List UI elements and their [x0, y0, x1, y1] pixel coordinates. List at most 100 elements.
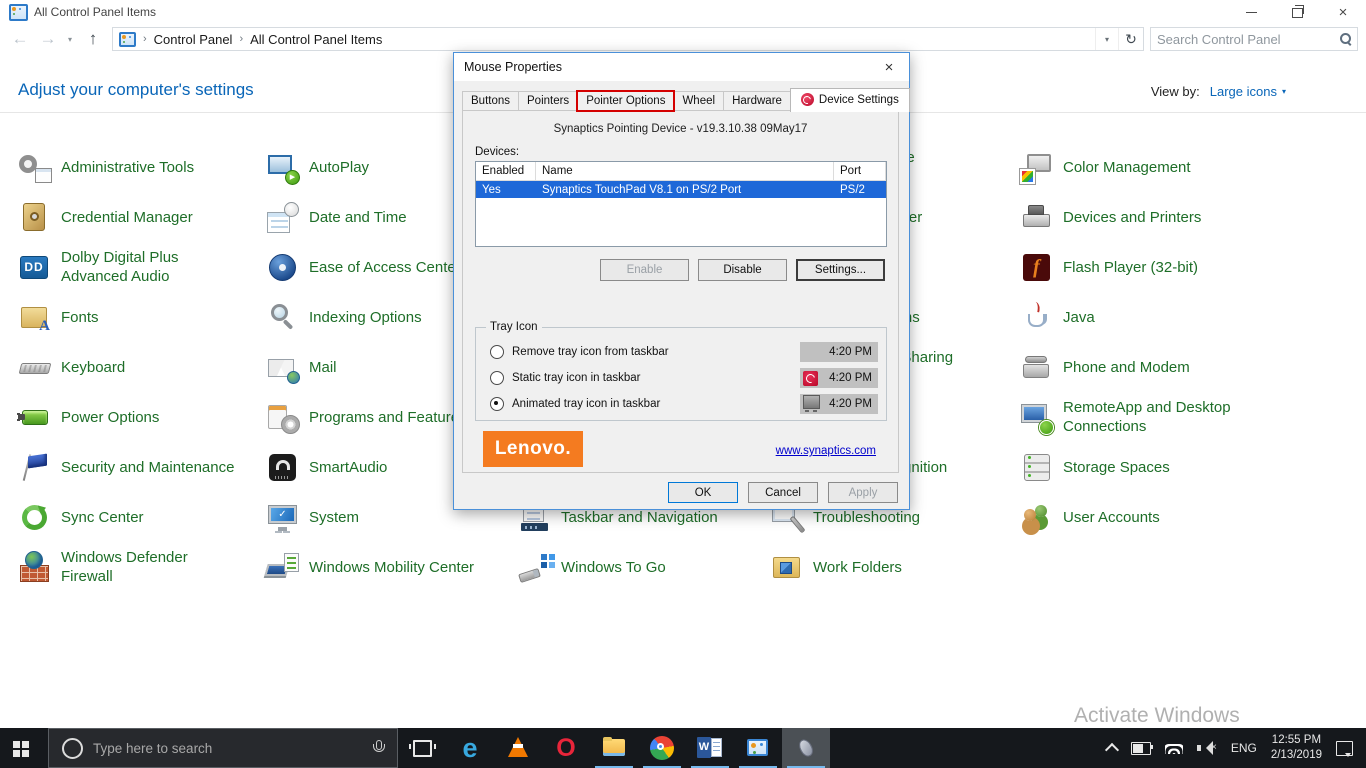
- control-panel-item-label: Ease of Access Center: [309, 259, 461, 278]
- apply-button[interactable]: Apply: [828, 482, 898, 503]
- device-row-selected[interactable]: Yes Synaptics TouchPad V8.1 on PS/2 Port…: [476, 181, 886, 198]
- tab-pointers[interactable]: Pointers: [518, 91, 578, 111]
- control-panel-item-color-management[interactable]: Color Management: [1020, 143, 1282, 193]
- control-panel-item-work-folders[interactable]: Work Folders: [770, 543, 1020, 593]
- minimize-button[interactable]: [1228, 0, 1274, 24]
- volume-status[interactable]: ×: [1190, 728, 1224, 768]
- clock[interactable]: 12:55 PM 2/13/2019: [1264, 728, 1329, 768]
- language-label: ENG: [1231, 741, 1257, 755]
- tray-option-remove-tray-icon-from-taskbar[interactable]: Remove tray icon from taskbar4:20 PM: [490, 342, 878, 362]
- edge-icon: [457, 735, 483, 761]
- control-panel-item-windows-mobility-center[interactable]: Windows Mobility Center: [266, 543, 518, 593]
- control-panel-search[interactable]: [1150, 27, 1358, 51]
- tray-option-static-tray-icon-in-taskbar[interactable]: Static tray icon in taskbar4:20 PM: [490, 368, 878, 388]
- radio-unchecked[interactable]: [490, 371, 504, 385]
- breadcrumb-control-panel[interactable]: Control Panel: [154, 32, 233, 47]
- control-panel-item-user-accounts[interactable]: User Accounts: [1020, 493, 1282, 543]
- forward-button[interactable]: →: [34, 24, 62, 54]
- taskbar: × ENG 12:55 PM 2/13/2019: [0, 728, 1366, 768]
- taskbar-app-word[interactable]: [686, 728, 734, 768]
- driver-version-text: Synaptics Pointing Device - v19.3.10.38 …: [463, 123, 898, 135]
- taskbar-search[interactable]: [48, 728, 398, 768]
- address-dropdown-chevron[interactable]: ▾: [1095, 28, 1118, 50]
- taskbar-app-chrome[interactable]: [638, 728, 686, 768]
- task-view-button[interactable]: [398, 728, 446, 768]
- view-by-caret-icon[interactable]: ▾: [1282, 87, 1286, 96]
- settings-button[interactable]: Settings...: [796, 259, 885, 281]
- synaptics-icon: [801, 93, 814, 106]
- restore-button[interactable]: [1274, 0, 1320, 24]
- radio-checked[interactable]: [490, 397, 504, 411]
- control-panel-item-dolby-digital-plus-advanced-audio[interactable]: Dolby Digital Plus Advanced Audio: [18, 243, 266, 293]
- windows-to-go-icon: [518, 551, 552, 585]
- radio-unchecked[interactable]: [490, 345, 504, 359]
- taskbar-search-input[interactable]: [83, 741, 371, 756]
- view-by-value[interactable]: Large icons: [1210, 84, 1277, 99]
- credential-manager-icon: [18, 201, 52, 235]
- battery-status[interactable]: [1124, 728, 1158, 768]
- dialog-close-button[interactable]: ×: [869, 53, 909, 81]
- column-enabled[interactable]: Enabled: [476, 162, 536, 180]
- disable-button[interactable]: Disable: [698, 259, 787, 281]
- control-panel-item-label: Date and Time: [309, 209, 407, 228]
- action-center-button[interactable]: [1329, 728, 1360, 768]
- refresh-icon[interactable]: ↻: [1118, 28, 1143, 50]
- control-panel-item-devices-and-printers[interactable]: Devices and Printers: [1020, 193, 1282, 243]
- control-panel-window: All Control Panel Items × ← → ▾ ↑ › Cont…: [0, 0, 1366, 768]
- microphone-icon[interactable]: [371, 740, 385, 757]
- phone-and-modem-icon: [1020, 351, 1054, 385]
- enable-button[interactable]: Enable: [600, 259, 689, 281]
- tray-option-animated-tray-icon-in-taskbar[interactable]: Animated tray icon in taskbar4:20 PM: [490, 394, 878, 414]
- control-panel-item-label: Java: [1063, 309, 1095, 328]
- breadcrumb-all-items[interactable]: All Control Panel Items: [250, 32, 382, 47]
- taskbar-app-vlc[interactable]: [494, 728, 542, 768]
- control-panel-item-storage-spaces[interactable]: Storage Spaces: [1020, 443, 1282, 493]
- control-panel-item-credential-manager[interactable]: Credential Manager: [18, 193, 266, 243]
- ok-button[interactable]: OK: [668, 482, 738, 503]
- up-button[interactable]: ↑: [80, 24, 106, 54]
- control-panel-item-label: Troubleshooting: [813, 509, 920, 528]
- language-indicator[interactable]: ENG: [1224, 728, 1264, 768]
- control-panel-item-administrative-tools[interactable]: Administrative Tools: [18, 143, 266, 193]
- control-panel-item-phone-and-modem[interactable]: Phone and Modem: [1020, 343, 1282, 393]
- storage-spaces-icon: [1020, 451, 1054, 485]
- synaptics-link[interactable]: www.synaptics.com: [776, 445, 876, 457]
- control-panel-item-windows-defender-firewall[interactable]: Windows Defender Firewall: [18, 543, 266, 593]
- back-button[interactable]: ←: [6, 24, 34, 54]
- address-bar[interactable]: › Control Panel › All Control Panel Item…: [112, 27, 1144, 51]
- dialog-titlebar[interactable]: Mouse Properties: [454, 53, 909, 81]
- start-button[interactable]: [0, 728, 48, 768]
- taskbar-app-edge[interactable]: [446, 728, 494, 768]
- taskbar-app-explorer[interactable]: [590, 728, 638, 768]
- control-panel-item-power-options[interactable]: Power Options: [18, 393, 266, 443]
- task-view-icon: [413, 740, 432, 757]
- devices-list[interactable]: Enabled Name Port Yes Synaptics TouchPad…: [475, 161, 887, 247]
- tab-pointer-options[interactable]: Pointer Options: [577, 91, 674, 111]
- tab-hardware[interactable]: Hardware: [723, 91, 791, 111]
- java-icon: [1020, 301, 1054, 335]
- tab-wheel[interactable]: Wheel: [673, 91, 724, 111]
- column-name[interactable]: Name: [536, 162, 834, 180]
- taskbar-app-mouse[interactable]: [782, 728, 830, 768]
- close-button[interactable]: ×: [1320, 0, 1366, 24]
- control-panel-item-fonts[interactable]: Fonts: [18, 293, 266, 343]
- control-panel-item-flash-player-32-bit[interactable]: Flash Player (32-bit): [1020, 243, 1282, 293]
- wifi-status[interactable]: [1158, 728, 1190, 768]
- control-panel-item-java[interactable]: Java: [1020, 293, 1282, 343]
- tray-chevron-button[interactable]: [1100, 728, 1124, 768]
- control-panel-item-remoteapp-and-desktop-connections[interactable]: RemoteApp and Desktop Connections: [1020, 393, 1282, 443]
- control-panel-item-label: Fonts: [61, 309, 99, 328]
- control-panel-item-security-and-maintenance[interactable]: Security and Maintenance: [18, 443, 266, 493]
- recent-pages-chevron[interactable]: ▾: [62, 24, 78, 54]
- control-panel-item-windows-to-go[interactable]: Windows To Go: [518, 543, 770, 593]
- taskbar-app-opera[interactable]: [542, 728, 590, 768]
- control-panel-item-sync-center[interactable]: Sync Center: [18, 493, 266, 543]
- tab-device-settings[interactable]: Device Settings: [790, 88, 910, 112]
- tray-preview-time: 4:20 PM: [829, 398, 872, 410]
- cancel-button[interactable]: Cancel: [748, 482, 818, 503]
- taskbar-app-cp[interactable]: [734, 728, 782, 768]
- search-input[interactable]: [1151, 32, 1339, 47]
- control-panel-item-keyboard[interactable]: Keyboard: [18, 343, 266, 393]
- tab-buttons[interactable]: Buttons: [462, 91, 519, 111]
- column-port[interactable]: Port: [834, 162, 886, 180]
